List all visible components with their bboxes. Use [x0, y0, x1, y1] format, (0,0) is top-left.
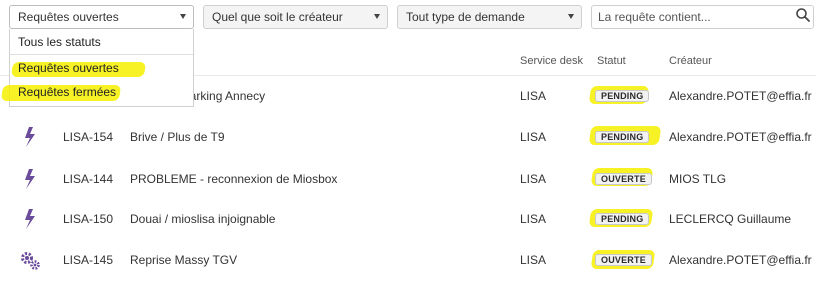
- row-summary[interactable]: Reprise Massy TGV: [130, 253, 237, 267]
- table-row[interactable]: LISA-150 Douai / mioslisa injoignable LI…: [0, 199, 816, 240]
- row-key[interactable]: LISA-144: [63, 172, 113, 186]
- row-service-desk: LISA: [520, 253, 547, 267]
- table-row[interactable]: LISA-154 Brive / Plus de T9 LISA PENDING…: [0, 117, 816, 158]
- column-header-service-desk[interactable]: Service desk: [520, 55, 583, 67]
- menu-item-open-requests[interactable]: Requêtes ouvertes: [10, 56, 193, 80]
- row-key[interactable]: LISA-150: [63, 212, 113, 226]
- row-service-desk: LISA: [520, 172, 547, 186]
- row-service-desk: LISA: [520, 89, 547, 103]
- menu-item-closed-requests[interactable]: Requêtes fermées: [10, 80, 193, 104]
- menu-divider: [10, 54, 193, 55]
- menu-item-all-statuses[interactable]: Tous les statuts: [10, 30, 193, 54]
- row-creator: Alexandre.POTET@effia.fr: [669, 253, 812, 267]
- row-creator: Alexandre.POTET@effia.fr: [669, 89, 812, 103]
- chevron-down-icon: [180, 14, 186, 19]
- row-key[interactable]: LISA-154: [63, 130, 113, 144]
- row-summary[interactable]: Douai / mioslisa injoignable: [130, 212, 275, 226]
- row-summary[interactable]: Brive / Plus de T9: [130, 130, 225, 144]
- status-filter-dropdown[interactable]: Requêtes ouvertes: [9, 5, 194, 29]
- status-filter-value: Requêtes ouvertes: [18, 10, 119, 24]
- status-dropdown-menu: Tous les statuts Requêtes ouvertes Requê…: [0, 29, 194, 107]
- creator-filter-dropdown[interactable]: Quel que soit le créateur: [203, 5, 388, 29]
- chevron-down-icon: [374, 14, 380, 19]
- status-badge: PENDING: [595, 90, 650, 102]
- chevron-down-icon: [568, 14, 574, 19]
- type-filter-value: Tout type de demande: [406, 10, 525, 24]
- table-row[interactable]: LISA-144 PROBLEME - reconnexion de Miosb…: [0, 159, 816, 200]
- search-icon[interactable]: [795, 7, 811, 23]
- lightning-icon: [25, 209, 35, 229]
- row-service-desk: LISA: [520, 130, 547, 144]
- row-creator: LECLERCQ Guillaume: [669, 212, 792, 226]
- column-header-status[interactable]: Statut: [597, 55, 626, 67]
- creator-filter-value: Quel que soit le créateur: [212, 10, 343, 24]
- row-creator: Alexandre.POTET@effia.fr: [669, 130, 812, 144]
- search-input[interactable]: [591, 5, 814, 29]
- status-badge: OUVERTE: [595, 173, 652, 185]
- row-key[interactable]: LISA-145: [63, 253, 113, 267]
- row-creator: MIOS TLG: [669, 172, 727, 186]
- row-summary[interactable]: PROBLEME - reconnexion de Miosbox: [130, 172, 337, 186]
- status-badge: OUVERTE: [595, 254, 652, 266]
- column-header-creator[interactable]: Créateur: [669, 55, 712, 67]
- type-filter-dropdown[interactable]: Tout type de demande: [397, 5, 582, 29]
- status-badge: PENDING: [595, 131, 650, 143]
- lightning-icon: [25, 127, 35, 147]
- gears-icon: [21, 252, 40, 270]
- table-row[interactable]: LISA-145 Reprise Massy TGV LISA OUVERTE …: [0, 240, 816, 281]
- row-service-desk: LISA: [520, 212, 547, 226]
- lightning-icon: [25, 169, 35, 189]
- status-badge: PENDING: [595, 213, 650, 225]
